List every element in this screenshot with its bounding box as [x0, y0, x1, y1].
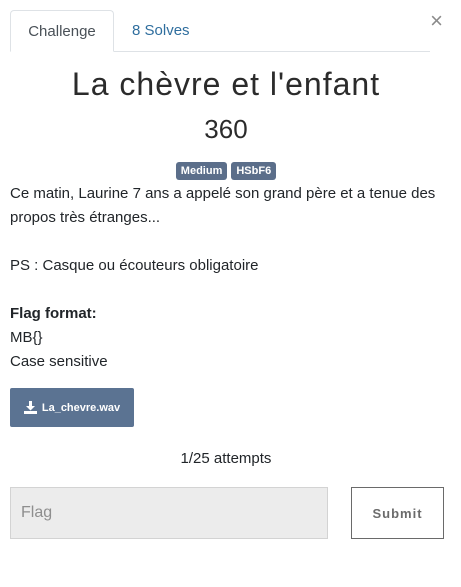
download-icon: [23, 401, 37, 414]
flag-input[interactable]: [10, 487, 328, 539]
flag-format-label: Flag format:: [10, 305, 97, 322]
tag-badge: HSbF6: [231, 162, 277, 180]
challenge-name: La chèvre et l'enfant: [71, 66, 381, 102]
close-icon[interactable]: ×: [430, 10, 443, 32]
file-name: La_chevre.wav: [41, 401, 121, 414]
tab-challenge[interactable]: Challenge: [10, 10, 114, 52]
download-file-button[interactable]: La_chevre.wav: [10, 388, 134, 427]
case-note: Case sensitive: [10, 353, 108, 370]
description-text: Ce matin, Laurine 7 ans a appelé son gra…: [10, 185, 436, 226]
tag-badge: Medium: [175, 162, 228, 180]
description-text: PS : Casque ou écouteurs obligatoire: [10, 257, 259, 274]
challenge-modal: Challenge 8 Solves × La chèvre et l'enfa…: [0, 0, 461, 587]
tab-bar: Challenge 8 Solves: [10, 10, 430, 52]
challenge-value: 360: [204, 114, 248, 144]
submit-button[interactable]: Submit: [351, 487, 444, 539]
attempts-counter: 1/25 attempts: [180, 450, 272, 467]
flag-format-value: MB{}: [10, 329, 43, 346]
tag-list: Medium HSbF6: [0, 162, 452, 180]
tab-solves[interactable]: 8 Solves: [116, 10, 206, 51]
challenge-description: Ce matin, Laurine 7 ans a appelé son gra…: [10, 182, 450, 374]
